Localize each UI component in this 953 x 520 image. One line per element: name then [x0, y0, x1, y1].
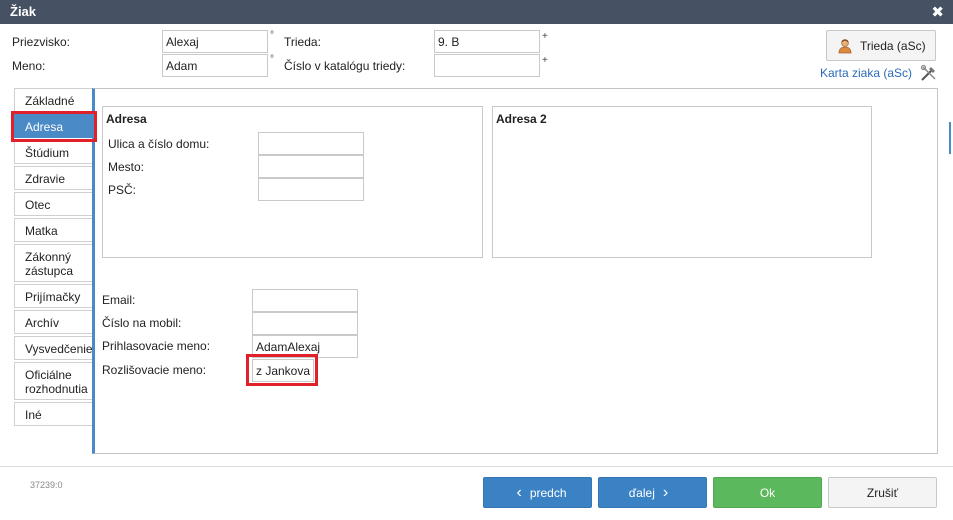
mobile-label: Číslo na mobil:	[102, 316, 182, 330]
first-name-label: Meno:	[12, 59, 46, 73]
tab-vysvedcenie[interactable]: Vysvedčenie	[14, 336, 93, 360]
record-id: 37239:0	[30, 480, 63, 490]
address2-group-title: Adresa 2	[496, 112, 547, 126]
email-label: Email:	[102, 293, 136, 307]
window-titlebar: Žiak ✖	[0, 0, 953, 24]
prev-button[interactable]: ‹ predch	[483, 477, 592, 508]
login-label: Prihlasovacie meno:	[102, 339, 211, 353]
tab-adresa[interactable]: Adresa	[14, 114, 93, 138]
prev-button-label: predch	[529, 485, 567, 500]
next-button-label: ďalej	[628, 485, 655, 500]
first-name-input[interactable]	[162, 54, 268, 77]
tab-zakonny-zastupca[interactable]: Zákonný zástupca	[14, 244, 93, 282]
street-label: Ulica a číslo domu:	[108, 137, 210, 151]
tab-studium[interactable]: Štúdium	[14, 140, 93, 164]
surname-required-mark: °	[270, 30, 274, 41]
tab-otec[interactable]: Otec	[14, 192, 93, 216]
surname-input[interactable]	[162, 30, 268, 53]
class-label: Trieda:	[284, 35, 321, 49]
zip-input[interactable]	[258, 178, 364, 201]
tools-icon[interactable]	[920, 64, 938, 82]
login-input[interactable]	[252, 335, 358, 358]
zip-label: PSČ:	[108, 183, 137, 197]
tab-zakladne[interactable]: Základné	[14, 88, 93, 112]
cancel-button-label: Zrušiť	[866, 485, 899, 500]
tab-archiv[interactable]: Archív	[14, 310, 93, 334]
next-button[interactable]: ďalej ›	[598, 477, 707, 508]
tab-matka[interactable]: Matka	[14, 218, 93, 242]
tab-ine[interactable]: Iné	[14, 402, 93, 426]
class-asc-button-label: Trieda (aSc)	[860, 38, 926, 53]
catalog-mark: +	[542, 55, 548, 66]
tab-zdravie[interactable]: Zdravie	[14, 166, 93, 190]
cancel-button[interactable]: Zrušiť	[828, 477, 937, 508]
ok-button-label: Ok	[759, 485, 776, 500]
surname-label: Priezvisko:	[12, 35, 71, 49]
distinguish-label: Rozlišovacie meno:	[102, 363, 207, 377]
window-title: Žiak	[10, 4, 37, 19]
street-input[interactable]	[258, 132, 364, 155]
scrollbar-indicator	[949, 122, 951, 154]
tab-oficialne-rozhodnutia[interactable]: Oficiálne rozhodnutia	[14, 362, 93, 400]
first-name-required-mark: °	[270, 54, 274, 65]
class-asc-button[interactable]: Trieda (aSc)	[826, 30, 936, 61]
address2-group: Adresa 2	[492, 106, 872, 258]
distinguish-input[interactable]	[252, 359, 314, 382]
class-input[interactable]	[434, 30, 540, 53]
chevron-left-icon: ‹	[516, 483, 522, 501]
student-card-link[interactable]: Karta ziaka (aSc)	[820, 66, 912, 80]
catalog-number-label: Číslo v katalógu triedy:	[284, 59, 406, 73]
address-group-title: Adresa	[106, 112, 147, 126]
email-input[interactable]	[252, 289, 358, 312]
user-icon	[838, 38, 852, 53]
mobile-input[interactable]	[252, 312, 358, 335]
close-icon[interactable]: ✖	[931, 3, 944, 21]
city-label: Mesto:	[108, 160, 145, 174]
tab-prijimacky[interactable]: Prijímačky	[14, 284, 93, 308]
catalog-number-input[interactable]	[434, 54, 540, 77]
city-input[interactable]	[258, 155, 364, 178]
ok-button[interactable]: Ok	[713, 477, 822, 508]
chevron-right-icon: ›	[662, 483, 669, 501]
class-mark: +	[542, 31, 548, 42]
footer-divider	[0, 466, 953, 467]
